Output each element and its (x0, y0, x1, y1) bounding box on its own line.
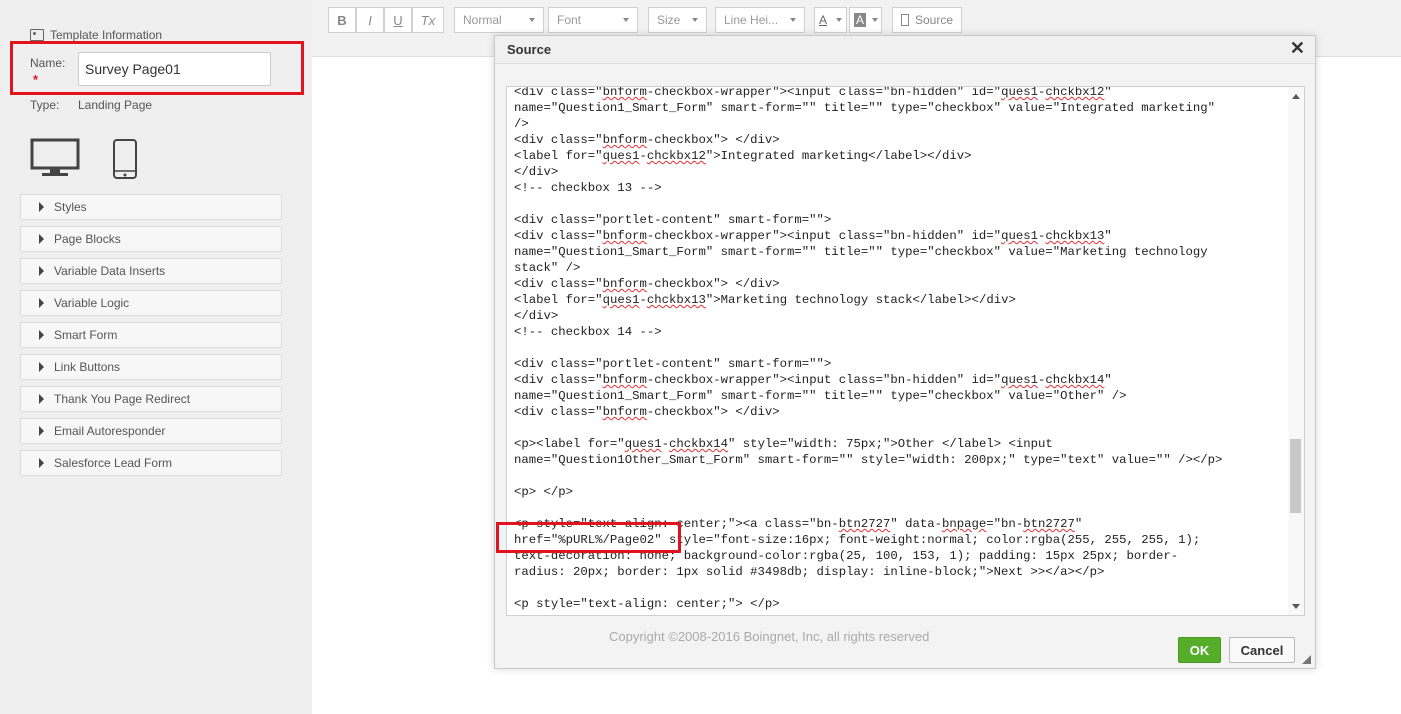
source-code-textarea[interactable]: <div class="bnform-checkbox-wrapper"><in… (506, 86, 1305, 616)
sidebar-item-label: Link Buttons (54, 360, 121, 374)
caret-down-icon (790, 18, 796, 22)
sidebar-item-label: Variable Data Inserts (54, 264, 166, 278)
caret-down-icon (872, 18, 879, 22)
format-value: Normal (463, 13, 502, 27)
line-height-value: Line Hei... (724, 13, 779, 27)
underline-button[interactable]: U (384, 7, 412, 33)
source-label: Source (914, 13, 953, 27)
italic-button[interactable]: I (356, 7, 384, 33)
sidebar-item-link-buttons[interactable]: Link Buttons (20, 354, 282, 380)
sidebar-item-styles[interactable]: Styles (20, 194, 282, 220)
sidebar-item-salesforce-lead-form[interactable]: Salesforce Lead Form (20, 450, 282, 476)
size-select[interactable]: Size (648, 7, 707, 33)
caret-right-icon (39, 202, 44, 212)
font-value: Font (557, 13, 582, 27)
resize-handle-icon[interactable] (1302, 655, 1311, 664)
cancel-button[interactable]: Cancel (1229, 637, 1295, 663)
line-height-select[interactable]: Line Hei... (715, 7, 805, 33)
caret-down-icon (836, 18, 842, 22)
sidebar-item-label: Styles (54, 200, 87, 214)
sidebar-item-label: Page Blocks (54, 232, 121, 246)
sidebar-item-label: Email Autoresponder (54, 424, 166, 438)
caret-right-icon (39, 234, 44, 244)
caret-right-icon (39, 394, 44, 404)
size-value: Size (657, 13, 681, 27)
font-select[interactable]: Font (548, 7, 638, 33)
image-icon (30, 29, 44, 41)
sidebar-item-page-blocks[interactable]: Page Blocks (20, 226, 282, 252)
caret-down-icon (529, 18, 535, 22)
clear-format-button[interactable]: Tx (412, 7, 444, 33)
vertical-scrollbar[interactable] (1288, 87, 1304, 615)
scroll-down-icon[interactable] (1292, 604, 1300, 609)
caret-right-icon (39, 330, 44, 340)
sidebar-item-label: Thank You Page Redirect (54, 392, 191, 406)
sidebar-item-smart-form[interactable]: Smart Form (20, 322, 282, 348)
mobile-icon[interactable] (112, 138, 138, 185)
left-sidebar: Template Information Name: * Type: Landi… (0, 0, 312, 714)
caret-right-icon (39, 362, 44, 372)
sidebar-item-label: Smart Form (54, 328, 118, 342)
name-label: Name: (30, 56, 66, 70)
dialog-header: Source ✕ (495, 36, 1315, 64)
caret-down-icon (692, 18, 698, 22)
template-info-title: Template Information (50, 28, 163, 42)
scroll-thumb[interactable] (1290, 439, 1301, 513)
bg-color-button[interactable]: A (849, 7, 882, 33)
source-icon (901, 14, 909, 26)
close-icon[interactable]: ✕ (1290, 38, 1305, 59)
source-button[interactable]: Source (892, 7, 962, 33)
dialog-title: Source (507, 42, 552, 57)
desktop-icon[interactable] (30, 138, 80, 183)
required-marker: * (33, 72, 39, 87)
caret-right-icon (39, 266, 44, 276)
source-code-text[interactable]: <div class="bnform-checkbox-wrapper"><in… (514, 87, 1280, 612)
sidebar-accordion: Styles Page Blocks Variable Data Inserts… (20, 194, 282, 482)
source-dialog: Source ✕ <div class="bnform-checkbox-wra… (494, 35, 1316, 669)
sidebar-item-variable-data-inserts[interactable]: Variable Data Inserts (20, 258, 282, 284)
sidebar-item-email-autoresponder[interactable]: Email Autoresponder (20, 418, 282, 444)
type-label: Type: (30, 98, 60, 112)
ok-button[interactable]: OK (1178, 637, 1221, 663)
format-select[interactable]: Normal (454, 7, 544, 33)
caret-right-icon (39, 426, 44, 436)
text-color-icon: A (819, 13, 828, 27)
caret-right-icon (39, 458, 44, 468)
bg-color-icon: A (854, 13, 867, 27)
sidebar-item-label: Salesforce Lead Form (54, 456, 173, 470)
sidebar-item-thank-you-redirect[interactable]: Thank You Page Redirect (20, 386, 282, 412)
copyright-text: Copyright ©2008-2016 Boingnet, Inc, all … (609, 629, 930, 644)
scroll-up-icon[interactable] (1292, 94, 1300, 99)
sidebar-item-variable-logic[interactable]: Variable Logic (20, 290, 282, 316)
text-color-button[interactable]: A (814, 7, 847, 33)
template-info-header: Template Information (30, 28, 162, 42)
sidebar-item-label: Variable Logic (54, 296, 130, 310)
template-name-input[interactable] (78, 52, 271, 86)
caret-down-icon (623, 18, 629, 22)
type-value: Landing Page (78, 98, 153, 112)
caret-right-icon (39, 298, 44, 308)
bold-button[interactable]: B (328, 7, 356, 33)
